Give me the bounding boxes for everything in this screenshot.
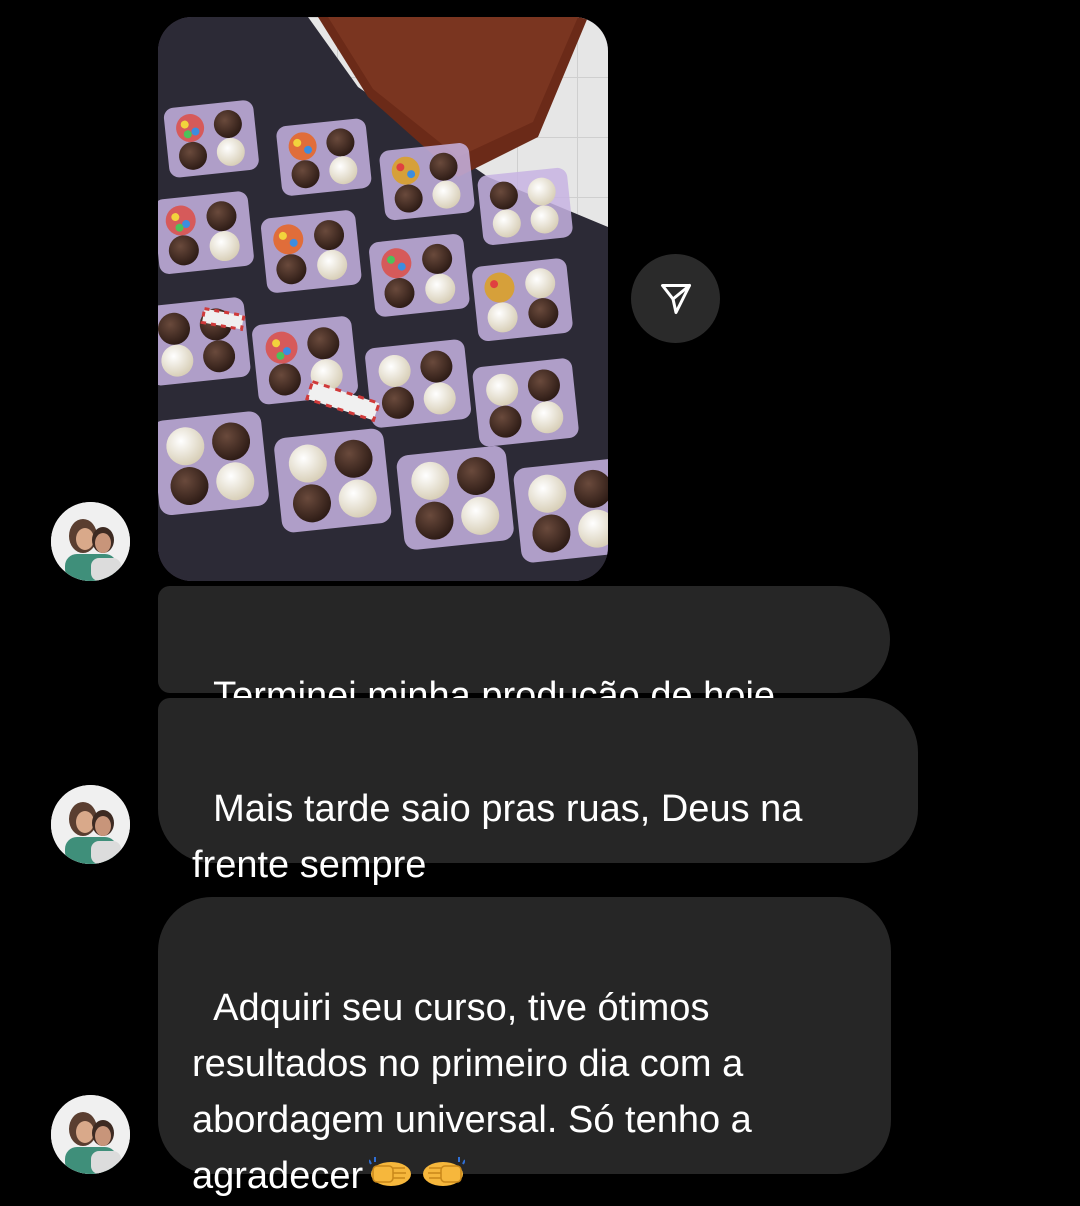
message-text: Adquiri seu curso, tive ótimos resultado… — [192, 987, 752, 1197]
fist-bump-emoji-icon — [368, 1150, 467, 1206]
brigadeiros-photo-icon — [158, 17, 608, 581]
sender-avatar[interactable] — [51, 1095, 130, 1174]
avatar-photo-icon — [51, 785, 130, 864]
image-message[interactable] — [158, 17, 608, 581]
sender-avatar[interactable] — [51, 502, 130, 581]
message-bubble[interactable]: Mais tarde saio pras ruas, Deus na frent… — [158, 698, 918, 886]
message-bubble[interactable]: Adquiri seu curso, tive ótimos resultado… — [158, 897, 891, 1197]
avatar-photo-icon — [51, 502, 130, 581]
message-text: Mais tarde saio pras ruas, Deus na frent… — [192, 788, 803, 886]
share-button[interactable] — [631, 254, 720, 343]
avatar-photo-icon — [51, 1095, 130, 1174]
sender-avatar[interactable] — [51, 785, 130, 864]
message-bubble[interactable]: Terminei minha produção de hoje — [158, 586, 890, 717]
paper-plane-share-icon — [660, 283, 691, 314]
